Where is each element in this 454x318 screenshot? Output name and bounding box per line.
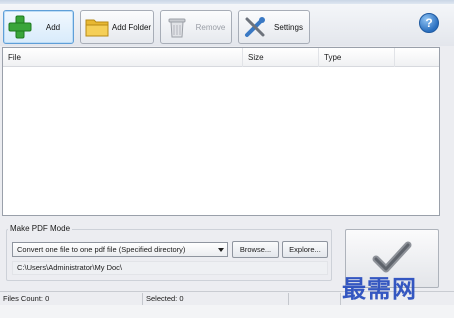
column-header-file[interactable]: File (3, 48, 243, 67)
file-list[interactable]: File Size Type (2, 47, 440, 216)
output-path-field[interactable]: C:\Users\Administrator\My Doc\ (12, 261, 328, 275)
file-list-header: File Size Type (3, 48, 439, 67)
remove-label: Remove (195, 22, 226, 32)
help-icon[interactable]: ? (419, 13, 439, 33)
toolbar: Add Add Folder Remove Settings (0, 4, 454, 46)
add-folder-label: Add Folder (111, 22, 152, 32)
selected-status: Selected: 0 (143, 293, 289, 305)
status-cell-empty (289, 293, 341, 305)
add-button[interactable]: Add (3, 10, 74, 44)
make-pdf-mode-title: Make PDF Mode (8, 224, 73, 233)
files-count-status: Files Count: 0 (0, 293, 143, 305)
mode-dropdown-value: Convert one file to one pdf file (Specif… (17, 245, 186, 254)
trash-bin-icon (164, 14, 190, 40)
settings-label: Settings (274, 22, 303, 32)
remove-button[interactable]: Remove (160, 10, 232, 44)
settings-button[interactable]: Settings (238, 10, 310, 44)
column-header-type[interactable]: Type (319, 48, 395, 67)
bottom-strip (0, 305, 454, 318)
column-header-size[interactable]: Size (243, 48, 319, 67)
green-plus-icon (7, 14, 33, 40)
folder-icon (84, 14, 110, 40)
explore-button[interactable]: Explore... (282, 241, 328, 258)
add-label: Add (45, 22, 61, 32)
tools-icon (242, 14, 268, 40)
mode-dropdown[interactable]: Convert one file to one pdf file (Specif… (12, 242, 228, 257)
browse-button[interactable]: Browse... (232, 241, 279, 258)
chevron-down-icon (218, 248, 224, 252)
watermark-text: 最需网 (342, 274, 417, 303)
add-folder-button[interactable]: Add Folder (80, 10, 154, 44)
